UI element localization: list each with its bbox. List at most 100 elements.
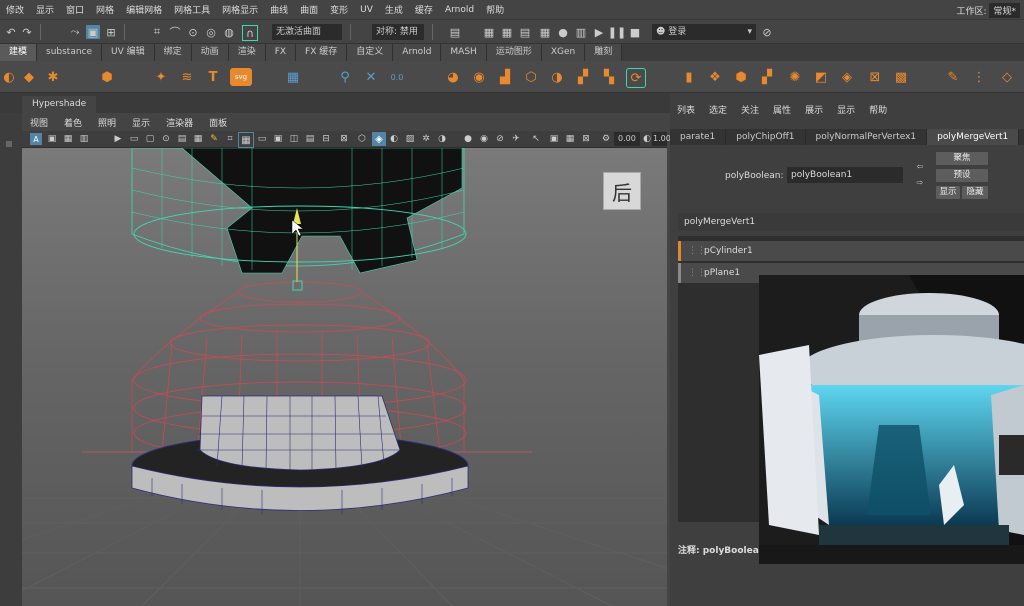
image-plane-icon[interactable]: ▥ [78, 133, 90, 145]
viewport-menu-show[interactable]: 显示 [124, 116, 158, 129]
viewport-menu-view[interactable]: 视图 [22, 116, 56, 129]
symmetry-field[interactable]: 对称: 禁用 [372, 24, 424, 40]
menu-arnold[interactable]: Arnold [439, 5, 480, 15]
select-hierarchy-icon[interactable]: ⤳ [68, 25, 82, 39]
color-management-icon[interactable]: ▣ [548, 133, 560, 145]
quad-draw-icon[interactable]: ⋮ [970, 68, 988, 86]
film-gate-icon[interactable]: ▶ [112, 133, 124, 145]
live-surface-field[interactable]: 无激活曲面 [272, 24, 342, 40]
field-chart-icon[interactable]: ⊙ [160, 133, 172, 145]
boolean-icon[interactable]: ⬡ [522, 68, 540, 86]
shelf-tab-arnold[interactable]: Arnold [393, 44, 442, 61]
viewport-menu-panels[interactable]: 面板 [201, 116, 235, 129]
magnet-icon[interactable]: ∩ [242, 25, 258, 41]
insert-edge-loop-icon[interactable]: ◩ [812, 68, 830, 86]
viewport-menu-renderer[interactable]: 渲染器 [158, 116, 201, 129]
xray-icon[interactable]: ⬡ [356, 133, 368, 145]
undo-icon[interactable]: ↶ [4, 25, 18, 39]
focus-button[interactable]: 聚焦 [936, 152, 988, 165]
input-connections-icon[interactable]: ⇦ [914, 161, 926, 171]
shelf-tab-sculpting[interactable]: 雕刻 [585, 44, 623, 61]
shelf-tab-fx-cache[interactable]: FX 缓存 [296, 44, 348, 61]
smooth-shade-icon[interactable]: ▭ [256, 133, 268, 145]
ae-menu-attributes[interactable]: 属性 [766, 103, 798, 116]
ae-menu-display[interactable]: 显示 [830, 103, 862, 116]
menu-mesh-display[interactable]: 网格显示 [216, 3, 264, 16]
camera-icon[interactable]: ▤ [448, 25, 462, 39]
separate-icon[interactable]: ◉ [470, 68, 488, 86]
shelf-tab-motion-graphics[interactable]: 运动图形 [486, 44, 542, 61]
shelf-tab-substance[interactable]: substance [37, 44, 103, 61]
menu-curves[interactable]: 曲线 [264, 3, 294, 16]
target-weld-icon[interactable]: ⊠ [866, 68, 884, 86]
ae-menu-focus[interactable]: 关注 [734, 103, 766, 116]
hypershade-tab[interactable]: Hypershade [22, 96, 97, 113]
presets-button[interactable]: 预设 [936, 169, 988, 182]
workspace-selector[interactable]: 工作区: 常规* [956, 3, 1020, 18]
viewcube[interactable]: 后 [603, 172, 641, 210]
help-search-icon[interactable]: ⊘ [760, 25, 774, 39]
ae-menu-selected[interactable]: 选定 [702, 103, 734, 116]
combine-icon[interactable]: ◕ [444, 68, 462, 86]
gamma-icon[interactable]: ✈ [510, 133, 522, 145]
exposure-field[interactable]: 0.00 [614, 132, 640, 146]
menu-surfaces[interactable]: 曲面 [294, 3, 324, 16]
viewport-menu-shading[interactable]: 着色 [56, 116, 90, 129]
ae-menu-list[interactable]: 列表 [670, 103, 702, 116]
safe-action-icon[interactable]: ▤ [176, 133, 188, 145]
poly-platonic-icon[interactable]: ⬢ [98, 68, 116, 86]
select-component-icon[interactable]: ⊞ [104, 25, 118, 39]
grid-icon[interactable]: ⌗ [224, 133, 236, 145]
output-connections-icon[interactable]: ⇨ [914, 177, 926, 187]
hypershade-icon[interactable]: ● [556, 25, 570, 39]
pause-icon[interactable]: ❚❚ [608, 25, 626, 39]
view-transform-icon[interactable]: ▦ [564, 133, 576, 145]
tab-polySeparate1[interactable]: parate1 [670, 129, 727, 145]
menu-cache[interactable]: 缓存 [409, 3, 439, 16]
poly-torus-icon[interactable]: ◐ [0, 68, 18, 86]
shelf-tab-rigging[interactable]: 绑定 [154, 44, 192, 61]
play-icon[interactable]: ▶ [592, 25, 606, 39]
extract-icon[interactable]: ▚ [600, 68, 618, 86]
mirror-icon[interactable]: ◑ [548, 68, 566, 86]
menu-edit-mesh[interactable]: 编辑网格 [120, 3, 168, 16]
tool-handle-icon[interactable] [6, 141, 12, 147]
sculpt-tool-icon[interactable]: ◇ [998, 68, 1016, 86]
snap-point-icon[interactable]: ⊙ [186, 25, 200, 39]
viewport-menu-lighting[interactable]: 照明 [90, 116, 124, 129]
tab-polyNormalPerVertex1[interactable]: polyNormalPerVertex1 [806, 129, 928, 145]
screen-ao-icon[interactable]: ✲ [420, 133, 432, 145]
menu-display[interactable]: 显示 [30, 3, 60, 16]
ae-menu-show[interactable]: 展示 [798, 103, 830, 116]
shelf-tab-fx[interactable]: FX [265, 44, 297, 61]
lattice-icon[interactable]: ⚲ [336, 68, 354, 86]
select-camera-icon[interactable]: A [30, 133, 42, 145]
menu-mesh[interactable]: 网格 [90, 3, 120, 16]
extrude-icon[interactable]: ▮ [680, 68, 698, 86]
ipr-render-icon[interactable]: ▤ [518, 25, 532, 39]
poke-icon[interactable]: ▩ [892, 68, 910, 86]
crease-tool-icon[interactable]: ✎ [944, 68, 962, 86]
resolution-gate-icon[interactable]: ▭ [128, 133, 140, 145]
poly-super-shape-icon[interactable]: ✦ [152, 68, 170, 86]
motion-blur-icon[interactable]: ◑ [436, 133, 448, 145]
smooth-icon[interactable]: ▟ [496, 68, 514, 86]
render-sequence-icon[interactable]: ▦ [500, 25, 514, 39]
stop-icon[interactable]: ■ [628, 25, 642, 39]
snap-grid-icon[interactable]: ⌗ [150, 25, 164, 39]
counter-icon[interactable]: 0.0 [388, 68, 406, 86]
bridge-icon[interactable]: ⟳ [626, 68, 646, 88]
ae-menu-help[interactable]: 帮助 [862, 103, 894, 116]
wireframe-on-shaded-icon[interactable]: ▣ [272, 133, 284, 145]
exposure-toggle-icon[interactable]: ⊠ [580, 133, 592, 145]
render-settings-icon[interactable]: ▦ [538, 25, 552, 39]
append-icon[interactable]: ⬢ [732, 68, 750, 86]
show-button[interactable]: 显示 [936, 186, 960, 199]
fill-hole-icon[interactable]: ▞ [574, 68, 592, 86]
shelf-tab-custom[interactable]: 自定义 [347, 44, 394, 61]
light-icon[interactable]: ✎ [208, 133, 220, 145]
menu-deform[interactable]: 变形 [324, 3, 354, 16]
workspace-value[interactable]: 常规* [989, 3, 1020, 18]
shelf-tab-mash[interactable]: MASH [441, 44, 487, 61]
poly-helix-icon[interactable]: ≋ [178, 68, 196, 86]
